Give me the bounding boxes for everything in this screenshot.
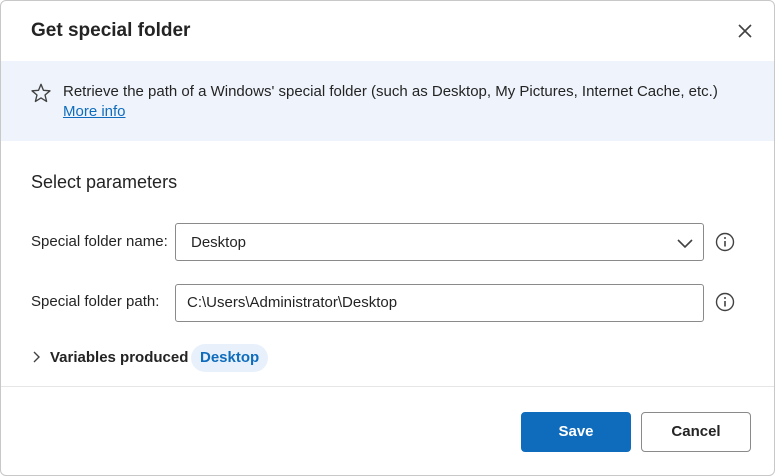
info-icon[interactable] (715, 292, 735, 312)
more-info-link[interactable]: More info (63, 103, 126, 120)
chevron-right-icon (33, 351, 40, 363)
info-icon[interactable] (715, 232, 735, 252)
special-folder-path-label: Special folder path: (31, 293, 160, 310)
special-folder-path-input[interactable]: C:\Users\Administrator\Desktop (175, 284, 704, 322)
banner-description: Retrieve the path of a Windows' special … (63, 83, 718, 100)
footer-divider (1, 386, 774, 387)
section-title: Select parameters (31, 172, 178, 192)
chevron-down-icon (677, 239, 693, 249)
special-folder-name-label: Special folder name: (31, 233, 168, 250)
special-folder-name-dropdown[interactable]: Desktop (175, 223, 704, 261)
close-icon[interactable] (735, 21, 755, 41)
get-special-folder-dialog: Get special folder Retrieve the path of … (0, 0, 775, 476)
cancel-button[interactable]: Cancel (641, 412, 751, 452)
save-button[interactable]: Save (521, 412, 631, 452)
variable-chip[interactable]: Desktop (191, 344, 269, 372)
star-icon (31, 83, 51, 103)
special-folder-path-value: C:\Users\Administrator\Desktop (187, 294, 398, 311)
variables-produced-label: Variables produced (50, 349, 189, 366)
info-banner: Retrieve the path of a Windows' special … (1, 61, 774, 141)
dialog-title: Get special folder (31, 20, 191, 41)
special-folder-name-value: Desktop (191, 234, 247, 251)
